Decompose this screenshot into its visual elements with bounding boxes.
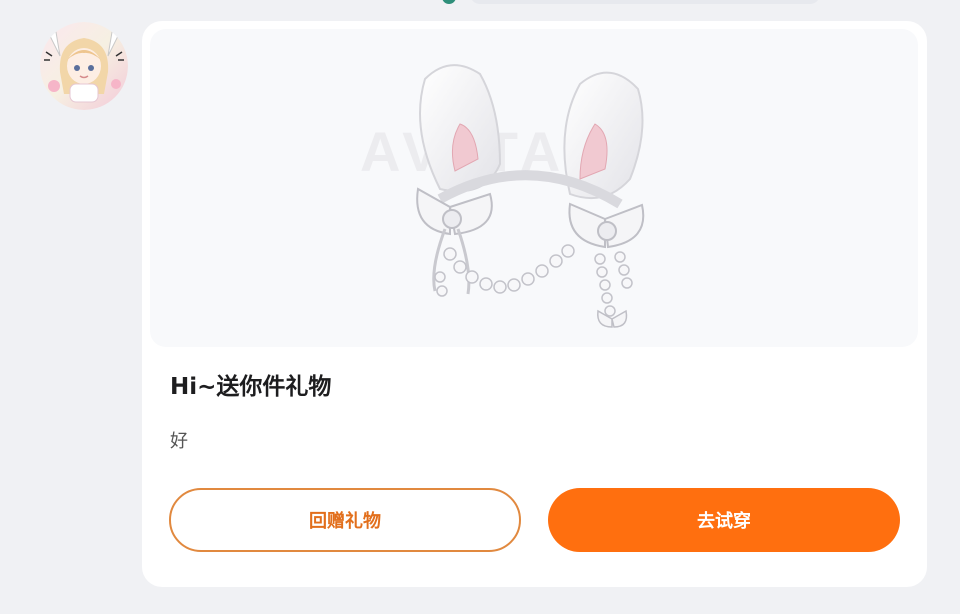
gift-title: Hi~送你件礼物 bbox=[170, 374, 332, 400]
top-indicator-dot bbox=[442, 0, 456, 4]
try-on-label: 去试穿 bbox=[697, 511, 751, 532]
top-input-bar[interactable] bbox=[470, 0, 820, 4]
try-on-button[interactable]: 去试穿 bbox=[548, 488, 900, 552]
anime-girl-avatar-icon bbox=[40, 22, 128, 110]
gift-preview[interactable]: AVATAR bbox=[150, 29, 918, 347]
gift-message: 好 bbox=[170, 431, 188, 452]
return-gift-button[interactable]: 回赠礼物 bbox=[169, 488, 521, 552]
gift-card: AVATAR bbox=[142, 21, 927, 587]
sender-avatar[interactable] bbox=[40, 22, 128, 110]
bunny-ear-headband-icon bbox=[416, 64, 645, 328]
return-gift-label: 回赠礼物 bbox=[309, 511, 381, 532]
